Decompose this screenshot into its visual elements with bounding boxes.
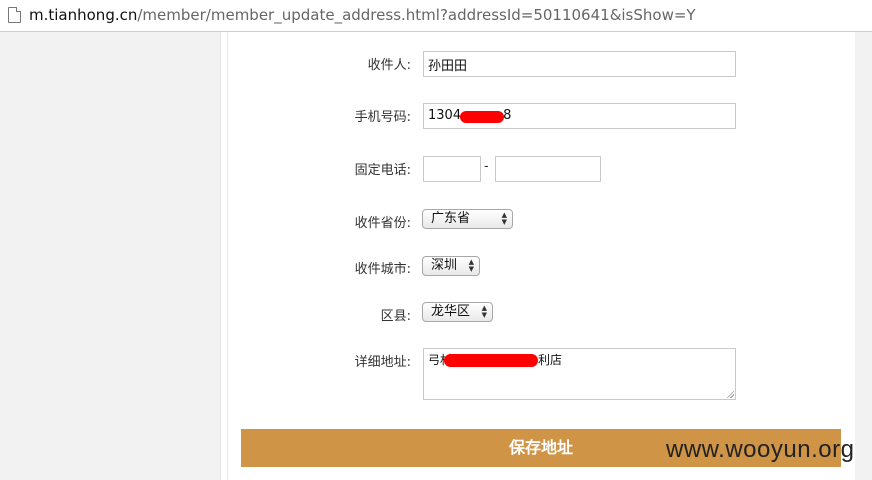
city-select[interactable]: 深圳 ▲ ▼ <box>422 256 480 276</box>
district-label: 区县: <box>380 309 411 324</box>
mobile-value: 1304 <box>428 108 462 123</box>
select-arrows-icon: ▲ ▼ <box>501 211 507 226</box>
district-selected: 龙华区 <box>431 304 471 319</box>
province-select[interactable]: 广东省 ▲ ▼ <box>422 209 513 229</box>
redaction-mark <box>460 111 504 123</box>
watermark: www.wooyun.org <box>666 436 855 463</box>
mobile-label: 手机号码: <box>354 110 411 125</box>
address-label: 详细地址: <box>354 355 411 370</box>
url-text[interactable]: m.tianhong.cn/member/member_update_addre… <box>29 5 696 25</box>
right-background <box>855 32 872 480</box>
city-selected: 深圳 <box>431 258 458 273</box>
redaction-mark <box>444 354 538 367</box>
select-arrows-icon: ▲ ▼ <box>468 258 474 273</box>
province-selected: 广东省 <box>431 211 471 226</box>
address-bar[interactable]: m.tianhong.cn/member/member_update_addre… <box>0 0 872 32</box>
left-background <box>0 32 221 480</box>
url-host: m.tianhong.cn <box>29 6 138 24</box>
address-textarea[interactable]: 弓村 利店 <box>423 348 736 400</box>
address-form-panel <box>227 32 856 480</box>
page-icon <box>8 7 21 23</box>
province-label: 收件省份: <box>354 216 411 231</box>
district-select[interactable]: 龙华区 ▲ ▼ <box>422 302 493 322</box>
mobile-input[interactable]: 1304 8 <box>423 103 736 129</box>
mobile-value-suffix: 8 <box>503 108 512 123</box>
recipient-input[interactable] <box>423 51 736 77</box>
landline-separator: - <box>484 159 489 174</box>
landline-area-code-input[interactable] <box>423 156 481 182</box>
landline-label: 固定电话: <box>354 163 411 178</box>
recipient-label: 收件人: <box>367 58 411 73</box>
city-label: 收件城市: <box>354 262 411 277</box>
address-value-suffix: 利店 <box>538 353 563 367</box>
select-arrows-icon: ▲ ▼ <box>481 304 487 319</box>
url-path: /member/member_update_address.html?addre… <box>137 6 696 24</box>
landline-number-input[interactable] <box>495 156 601 182</box>
resize-grip-icon[interactable] <box>726 390 734 398</box>
